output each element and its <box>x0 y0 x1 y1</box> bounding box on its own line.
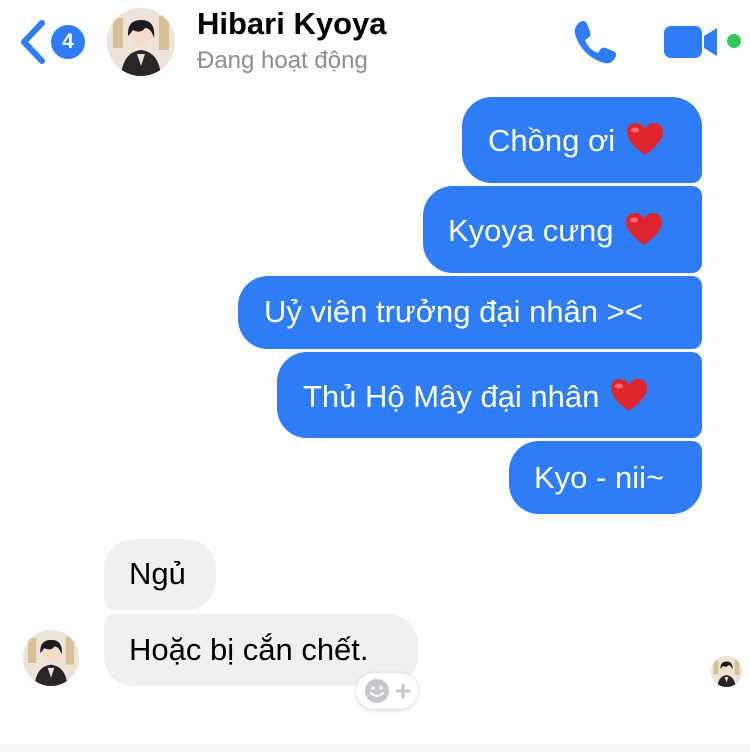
voice-call-button[interactable] <box>568 16 620 68</box>
video-camera-icon <box>664 26 717 58</box>
message-text: Chồng ơi <box>488 123 616 158</box>
message-text: Kyo - nii~ <box>534 460 665 495</box>
contact-name[interactable]: Hibari Kyoya <box>197 6 387 42</box>
online-dot-icon <box>727 34 741 48</box>
heart-icon <box>609 377 649 413</box>
message-text: Thủ Hộ Mây đại nhân <box>303 379 600 414</box>
heart-icon <box>625 121 665 157</box>
message-bubble-outgoing[interactable]: Thủ Hộ Mây đại nhân <box>277 352 702 438</box>
back-button[interactable]: 4 <box>16 18 92 66</box>
contact-avatar[interactable] <box>107 8 175 76</box>
sender-avatar[interactable] <box>23 630 79 686</box>
message-bubble-incoming[interactable]: Ngủ <box>104 539 216 610</box>
message-text: Ngủ <box>129 556 186 591</box>
avatar-image <box>23 630 79 686</box>
avatar-image <box>107 8 175 76</box>
message-text: Kyoya cưng <box>448 213 614 248</box>
message-bubble-outgoing[interactable]: Chồng ơi <box>462 97 702 183</box>
message-bubble-outgoing[interactable]: Kyo - nii~ <box>509 441 702 514</box>
composer-edge <box>0 744 750 752</box>
heart-icon <box>624 211 664 247</box>
message-text: Hoặc bị cắn chết. <box>129 632 369 667</box>
video-call-button[interactable] <box>662 22 720 62</box>
chat-header: 4 Hibari Kyoya Đang hoạt động <box>0 0 750 92</box>
unread-count-badge: 4 <box>51 25 85 59</box>
add-reaction-icon <box>365 679 411 703</box>
message-bubble-outgoing[interactable]: Uỷ viên trưởng đại nhân >< <box>238 276 702 349</box>
message-bubble-outgoing[interactable]: Kyoya cưng <box>423 186 702 273</box>
avatar-image <box>711 656 742 687</box>
active-status: Đang hoạt động <box>197 47 368 74</box>
message-text: Uỷ viên trưởng đại nhân >< <box>264 294 643 329</box>
phone-icon <box>574 20 617 64</box>
chevron-left-icon <box>21 20 45 64</box>
seen-receipt-avatar <box>711 656 742 687</box>
add-reaction-button[interactable] <box>356 673 418 709</box>
